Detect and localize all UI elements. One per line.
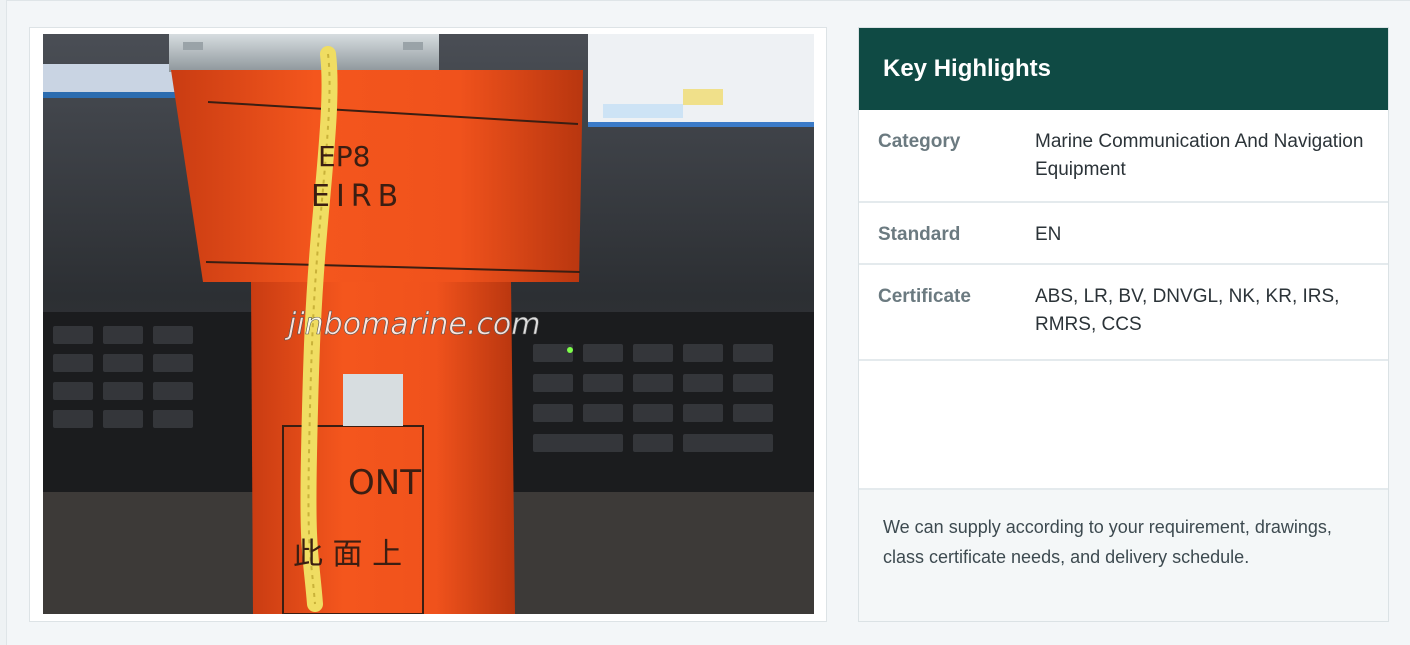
highlight-row-certificate: Certificate ABS, LR, BV, DNVGL, NK, KR, … xyxy=(859,265,1388,361)
row-value: Marine Communication And Navigation Equi… xyxy=(1035,131,1364,180)
watermark-text: jinbomarine.com xyxy=(284,307,540,342)
device-model-text: EP8 xyxy=(318,140,370,173)
highlight-row-standard: Standard EN xyxy=(859,203,1388,265)
beacon-cap xyxy=(169,34,439,72)
key-highlights-panel: Key Highlights Category Marine Communica… xyxy=(858,27,1389,622)
product-photo: EP8 EIRB ONT 此 面 上 jinbomarine.com xyxy=(43,34,814,614)
highlight-row-empty xyxy=(859,361,1388,490)
chinese-label-text: 此 面 上 xyxy=(293,537,402,572)
front-label-text: ONT xyxy=(348,463,421,503)
device-type-text: EIRB xyxy=(311,179,404,214)
row-value: ABS, LR, BV, DNVGL, NK, KR, IRS, RMRS, C… xyxy=(1035,286,1340,335)
beacon-upper-body xyxy=(171,70,583,282)
row-label: Standard xyxy=(878,224,961,245)
highlight-row-category: Category Marine Communication And Naviga… xyxy=(859,110,1388,203)
monitor-screen-left xyxy=(43,64,183,94)
panel-title: Key Highlights xyxy=(859,28,1388,110)
row-value: EN xyxy=(1035,224,1062,245)
row-label: Category xyxy=(878,131,961,152)
supply-note: We can supply according to your requirem… xyxy=(859,490,1388,621)
row-label: Certificate xyxy=(878,286,971,307)
